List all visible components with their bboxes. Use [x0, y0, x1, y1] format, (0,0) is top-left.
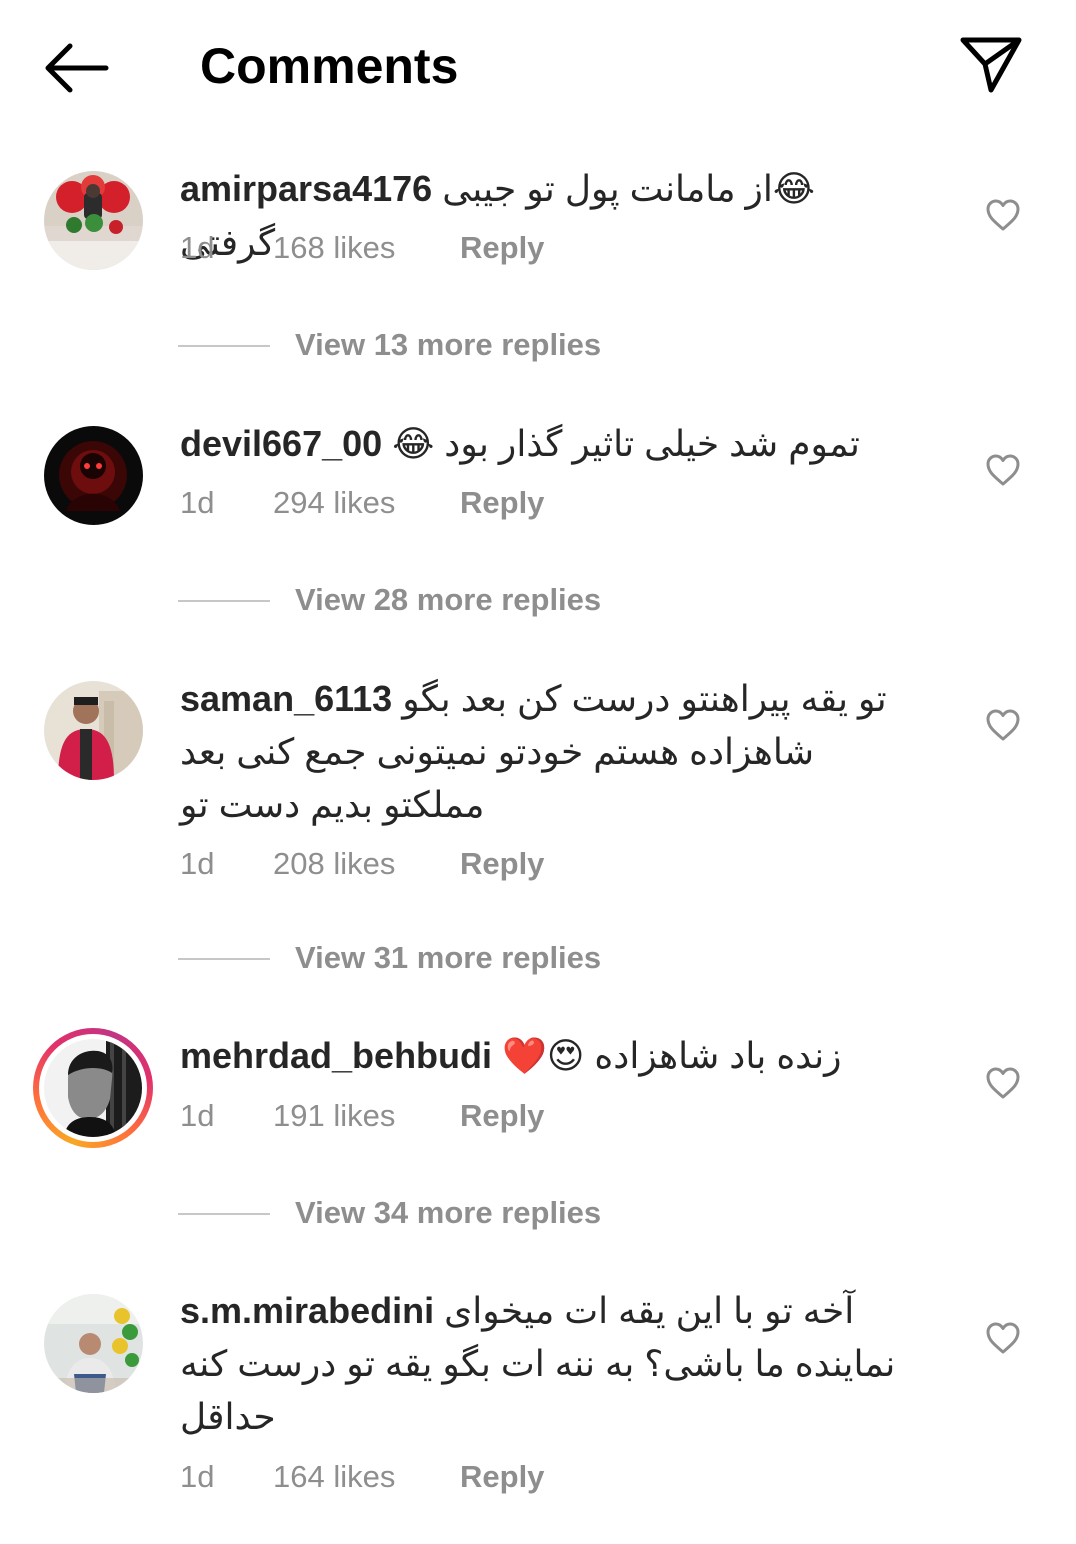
view-replies-label[interactable]: View 31 more replies — [295, 938, 601, 978]
like-button[interactable] — [985, 1321, 1021, 1355]
heart-icon — [986, 709, 1020, 741]
replies-divider — [178, 600, 270, 602]
comment-likes[interactable]: 294 likes — [273, 483, 395, 523]
comment-emoji: 😂 — [772, 169, 815, 210]
avatar[interactable] — [44, 681, 143, 780]
reply-button[interactable]: Reply — [460, 228, 544, 268]
comment-time: 1d — [180, 230, 215, 265]
comment-text-content: زنده باد شاهزاده — [594, 1035, 842, 1076]
view-replies-label[interactable]: View 13 more replies — [295, 325, 601, 365]
like-button[interactable] — [985, 453, 1021, 487]
view-replies-label[interactable]: View 34 more replies — [295, 1193, 601, 1233]
share-button[interactable] — [955, 34, 1027, 98]
comment-username[interactable]: s.m.mirabedini — [180, 1290, 434, 1331]
comment-time: 1d — [180, 1098, 215, 1133]
avatar[interactable] — [44, 1039, 142, 1137]
reply-button[interactable]: Reply — [460, 483, 544, 523]
heart-icon — [986, 199, 1020, 231]
comment-username[interactable]: saman_6113 — [180, 678, 392, 719]
comment-text: زنده باد شاهزاده 😍❤️ — [502, 1035, 842, 1077]
comment-likes[interactable]: 191 likes — [273, 1096, 395, 1136]
replies-divider — [178, 345, 270, 347]
heart-icon — [986, 1322, 1020, 1354]
comment-body: mehrdad_behbudi زنده باد شاهزاده 😍❤️ — [180, 1029, 920, 1083]
view-replies-label[interactable]: View 28 more replies — [295, 580, 601, 620]
comment-time: 1d — [180, 485, 215, 520]
like-button[interactable] — [985, 198, 1021, 232]
comment-time: 1d — [180, 846, 215, 881]
comment-likes[interactable]: 164 likes — [273, 1457, 395, 1497]
comment-body: saman_6113 تو یقه پیراهنتو درست کن بعد ب… — [180, 672, 920, 831]
comment-likes[interactable]: 168 likes — [273, 228, 395, 268]
comment-time: 1d — [180, 1459, 215, 1494]
top-bar: Comments — [0, 0, 1076, 135]
arrow-left-icon — [45, 43, 109, 93]
comment-likes[interactable]: 208 likes — [273, 844, 395, 884]
replies-divider — [178, 1213, 270, 1215]
page-title: Comments — [200, 38, 459, 94]
avatar[interactable] — [44, 426, 143, 525]
avatar[interactable] — [44, 1294, 143, 1393]
comment-username[interactable]: devil667_00 — [180, 423, 382, 464]
replies-divider — [178, 958, 270, 960]
like-button[interactable] — [985, 1066, 1021, 1100]
heart-icon — [986, 454, 1020, 486]
comment-emoji: 😂 — [392, 424, 435, 465]
comment-username[interactable]: mehrdad_behbudi — [180, 1035, 492, 1076]
reply-button[interactable]: Reply — [460, 844, 544, 884]
like-button[interactable] — [985, 708, 1021, 742]
reply-button[interactable]: Reply — [460, 1457, 544, 1497]
heart-icon — [986, 1067, 1020, 1099]
comment-body: devil667_00 تموم شد خیلی تاثیر گذار بود … — [180, 417, 920, 471]
reply-button[interactable]: Reply — [460, 1096, 544, 1136]
comment-username[interactable]: amirparsa4176 — [180, 168, 432, 209]
back-button[interactable] — [40, 38, 112, 98]
comment-text-content: تموم شد خیلی تاثیر گذار بود — [444, 423, 860, 464]
comment-emoji: 😍❤️ — [502, 1036, 585, 1077]
paper-plane-icon — [960, 37, 1022, 93]
avatar[interactable] — [44, 171, 143, 270]
story-ring[interactable] — [33, 1028, 153, 1148]
comment-text: تموم شد خیلی تاثیر گذار بود 😂 — [392, 423, 860, 465]
comment-body: s.m.mirabedini آخه تو با این یقه ات میخو… — [180, 1284, 920, 1443]
